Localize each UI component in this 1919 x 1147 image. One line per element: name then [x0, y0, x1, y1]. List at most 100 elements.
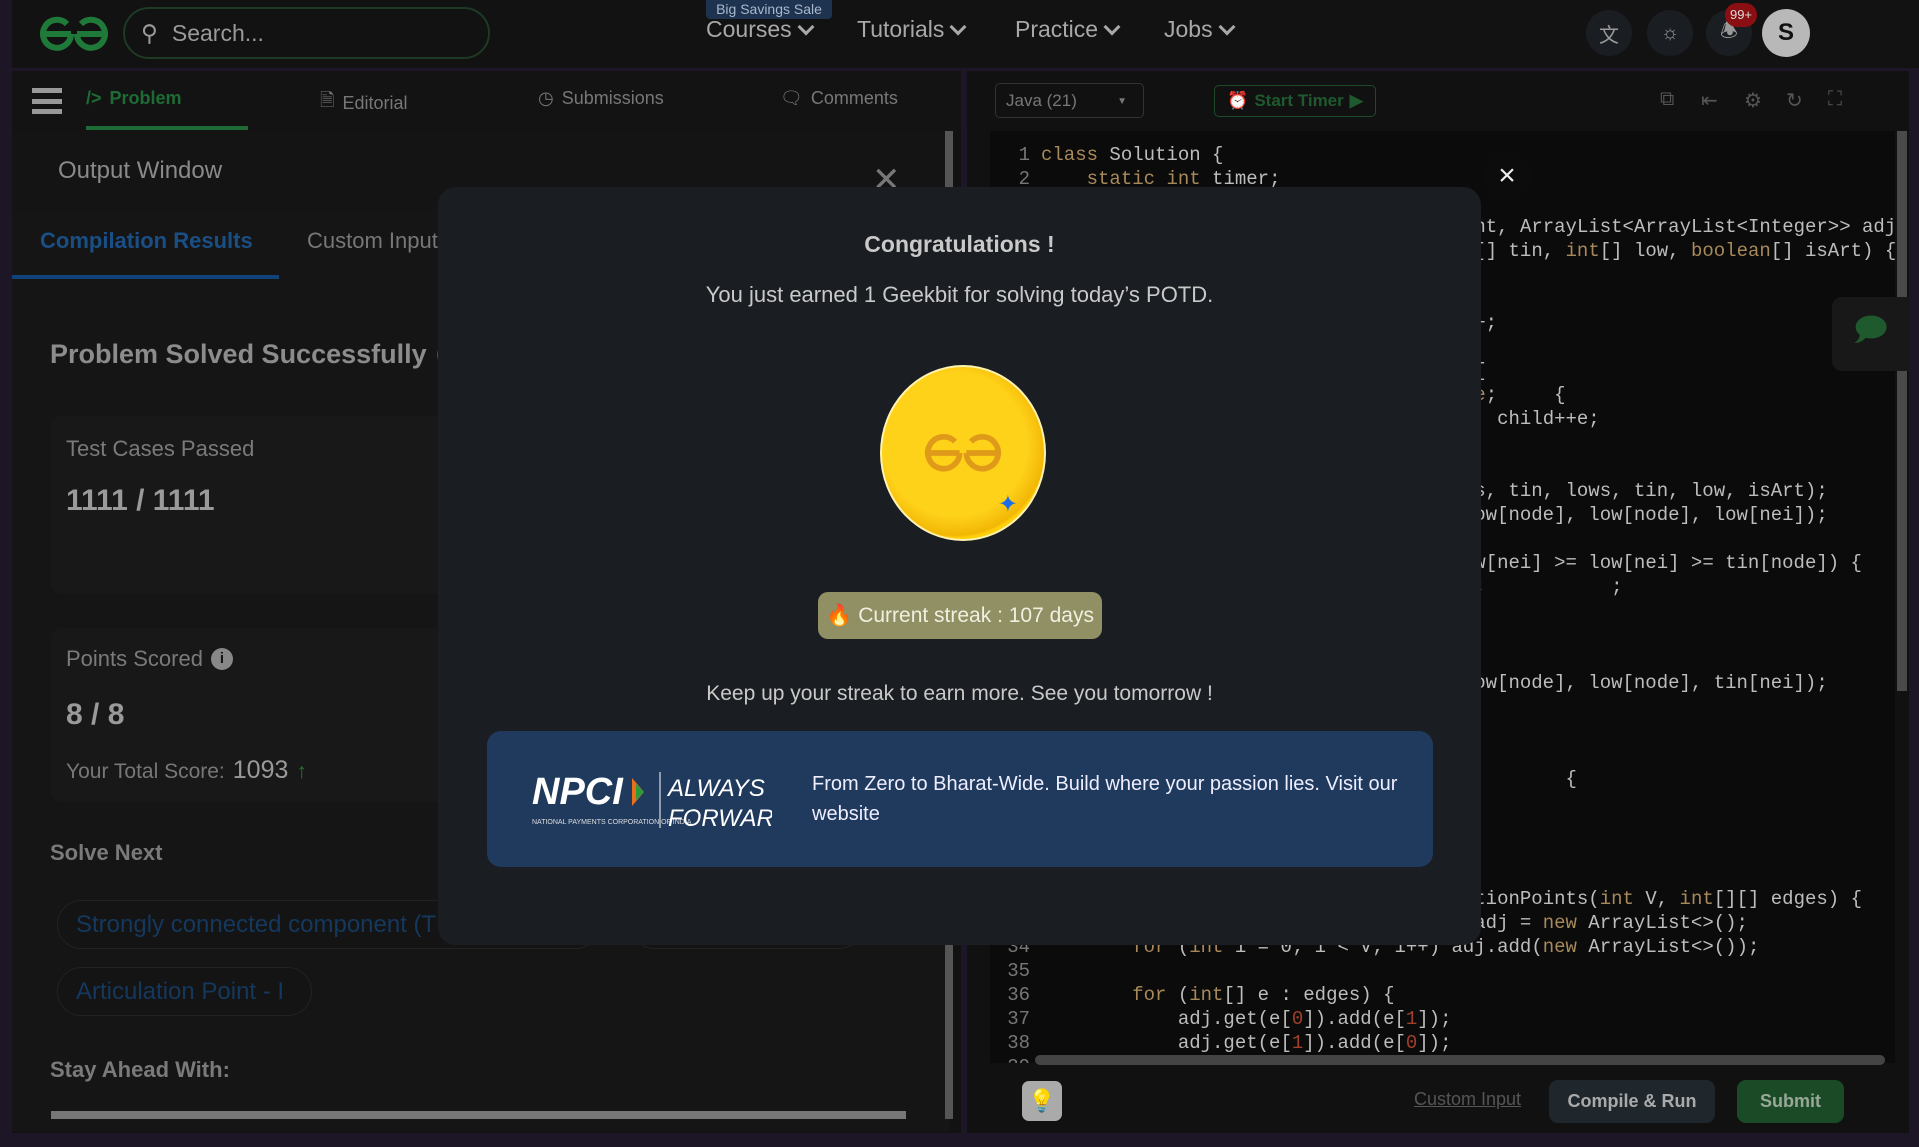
status-text: Problem Solved Successfully [50, 339, 427, 369]
translate-icon[interactable]: 文 [1586, 10, 1632, 56]
line-number: 36 [1007, 984, 1030, 1006]
npci-ad-banner[interactable]: NPCI NATIONAL PAYMENTS CORPORATION OF IND… [487, 731, 1433, 867]
chat-widget[interactable]: 🗩 [1832, 297, 1909, 371]
chevron-down-icon [949, 18, 967, 35]
modal-keep-up-text: Keep up your streak to earn more. See yo… [706, 682, 1213, 705]
chevron-down-icon [797, 18, 815, 35]
tab-submissions[interactable]: ◷ Submissions [538, 88, 664, 109]
npci-logo: NPCINATIONAL PAYMENTS CORPORATION OF IND… [532, 771, 772, 832]
tab-label: Comments [810, 88, 898, 108]
chat-bubbles-icon: 🗩 [1852, 311, 1889, 347]
line-number: 38 [1007, 1032, 1030, 1054]
clock-icon: ◷ [538, 88, 554, 108]
hamburger-menu-icon[interactable] [32, 88, 62, 114]
info-icon[interactable]: i [210, 648, 233, 670]
total-label: Your Total Score: [66, 760, 225, 783]
code-line[interactable]: 1 class Solution { [990, 143, 1224, 167]
editor-horizontal-scrollbar[interactable] [1035, 1055, 1885, 1065]
compile-run-button[interactable]: Compile & Run [1549, 1080, 1715, 1123]
tab-custom-input[interactable]: Custom Input [307, 228, 438, 254]
language-select[interactable]: Java (21) ▼ [995, 83, 1144, 118]
stay-ahead-heading: Stay Ahead With: [50, 1057, 230, 1082]
copy-icon[interactable]: ⧉ [1660, 88, 1674, 111]
code-line[interactable]: 36 for (int[] e : edges) { [990, 983, 1395, 1007]
sparkle-icon: ✦ [997, 491, 1018, 518]
submit-button[interactable]: Submit [1737, 1080, 1844, 1123]
tab-label: Submissions [561, 88, 664, 108]
svg-text:ALWAYS: ALWAYS [666, 775, 765, 802]
geekbit-coin-icon: ✦ [880, 365, 1046, 541]
code-text: class Solution { [1041, 144, 1224, 166]
points-label: Points Scored i [66, 646, 233, 672]
solve-next-heading: Solve Next [50, 840, 163, 865]
tab-compilation-results[interactable]: Compilation Results [40, 228, 253, 254]
import-icon[interactable]: ⇤ [1701, 88, 1718, 113]
nav-tutorials[interactable]: Tutorials [857, 16, 967, 43]
search-input[interactable]: ⚲ Search... [123, 7, 490, 59]
code-icon: /> [86, 88, 102, 108]
document-icon: 🗎 [320, 90, 335, 110]
line-number: 37 [1007, 1008, 1030, 1030]
arrow-up-icon: ↑ [296, 760, 307, 783]
chevron-down-icon [1103, 18, 1121, 35]
language-value: Java (21) [1006, 91, 1077, 110]
notification-badge: 99+ [1725, 3, 1757, 27]
nav-label: Courses [706, 16, 792, 42]
chevron-down-icon [1218, 18, 1236, 35]
active-tab-underline [12, 275, 279, 279]
nav-courses[interactable]: Courses [706, 16, 815, 43]
line-number: 1 [1018, 144, 1030, 166]
line-number: 35 [1007, 960, 1030, 982]
svg-text:FORWARD: FORWARD [668, 805, 772, 832]
nav-jobs[interactable]: Jobs [1164, 16, 1236, 43]
theme-sun-icon[interactable]: ☼ [1647, 10, 1693, 56]
streak-text: Current streak : 107 days [858, 603, 1094, 627]
modal-title: Congratulations ! [864, 231, 1055, 257]
tab-comments[interactable]: 🗨 Comments [780, 88, 898, 109]
gfg-logo[interactable] [37, 12, 111, 56]
nav-label: Jobs [1164, 16, 1213, 42]
fullscreen-icon[interactable]: ⛶ [1828, 88, 1842, 111]
status-heading: Problem Solved Successfully✓ [50, 339, 463, 370]
lightbulb-hint-icon[interactable]: 💡 [1022, 1081, 1062, 1121]
horizontal-scrollbar[interactable] [51, 1111, 906, 1119]
start-timer-button[interactable]: ⏰ Start Timer ▶ [1214, 85, 1376, 117]
tests-label: Test Cases Passed [66, 436, 255, 461]
search-icon: ⚲ [141, 19, 158, 46]
modal-earned-text: You just earned 1 Geekbit for solving to… [705, 282, 1214, 307]
tab-problem[interactable]: /> Problem [86, 88, 182, 109]
tab-label: Problem [109, 88, 182, 108]
alarm-icon: ⏰ [1227, 91, 1249, 110]
points-label-text: Points Scored [66, 646, 203, 671]
total-score: Your Total Score: 1093 ↑ [66, 756, 307, 785]
tests-value: 1111 / 1111 [66, 484, 215, 517]
suggested-problem-chip[interactable]: Articulation Point - I [57, 967, 312, 1016]
code-text: adj.get(e[1]).add(e[0]); [1041, 1032, 1452, 1054]
play-icon: ▶ [1349, 91, 1363, 110]
fire-icon: 🔥 [826, 603, 853, 627]
code-text: adj.get(e[0]).add(e[1]); [1041, 1008, 1452, 1030]
svg-text:NPCI: NPCI [532, 771, 624, 813]
code-text: for (int[] e : edges) { [1132, 984, 1395, 1006]
points-value: 8 / 8 [66, 698, 125, 731]
custom-input-link[interactable]: Custom Input [1414, 1089, 1521, 1110]
avatar[interactable]: S [1762, 9, 1810, 57]
code-line[interactable]: 37 adj.get(e[0]).add(e[1]); [990, 1007, 1452, 1031]
active-tab-underline [86, 126, 248, 130]
editor-vertical-scrollbar[interactable] [1897, 131, 1907, 691]
streak-pill: 🔥 Current streak : 107 days [818, 592, 1102, 639]
nav-practice[interactable]: Practice [1015, 16, 1121, 43]
tab-editorial[interactable]: 🗎 Editorial [320, 88, 408, 118]
code-line[interactable]: 35 [990, 959, 1041, 983]
total-value: 1093 [232, 756, 289, 784]
caret-down-icon: ▼ [1117, 96, 1127, 107]
reset-icon[interactable]: ↻ [1786, 88, 1803, 113]
close-modal-button[interactable]: × [1483, 152, 1531, 200]
comment-icon: 🗨 [780, 88, 803, 108]
nav-label: Tutorials [857, 16, 945, 42]
settings-gear-icon[interactable]: ⚙ [1744, 88, 1762, 113]
congratulations-modal: Congratulations ! You just earned 1 Geek… [438, 187, 1481, 945]
banner-text: From Zero to Bharat-Wide. Build where yo… [812, 773, 1398, 825]
code-line[interactable]: 38 adj.get(e[1]).add(e[0]); [990, 1031, 1452, 1055]
nav-label: Practice [1015, 16, 1099, 42]
